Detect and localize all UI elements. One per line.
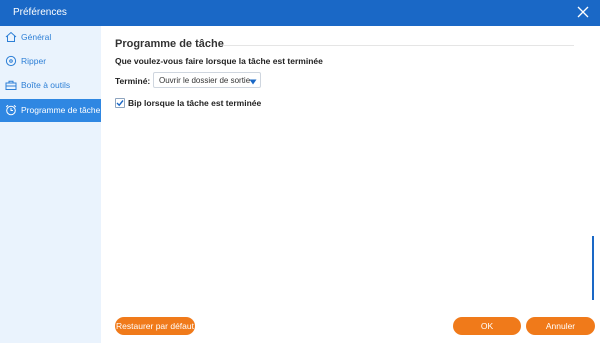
ok-button[interactable]: OK <box>453 317 521 335</box>
window-title: Préférences <box>13 7 67 18</box>
done-label: Terminé: <box>115 76 151 86</box>
home-icon <box>5 31 17 43</box>
title-bar: Préférences <box>0 0 600 26</box>
sidebar-item-general[interactable]: Général <box>0 26 101 49</box>
section-divider <box>224 45 574 46</box>
toolbox-icon <box>5 79 17 91</box>
sidebar-item-ripper[interactable]: Ripper <box>0 50 101 73</box>
beep-checkbox[interactable] <box>115 98 125 108</box>
done-action-value: Ouvrir le dossier de sortie <box>159 76 251 85</box>
dropdown-arrow-icon <box>249 77 257 85</box>
sidebar: Général Ripper Boîte à outils Programme … <box>0 26 101 343</box>
sidebar-item-label: Général <box>21 32 52 42</box>
sidebar-item-label: Programme de tâche <box>21 105 101 115</box>
beep-checkbox-label[interactable]: Bip lorsque la tâche est terminée <box>128 98 261 108</box>
sidebar-item-label: Ripper <box>21 56 47 66</box>
disc-icon <box>5 55 17 67</box>
alarm-clock-icon <box>5 104 17 116</box>
done-action-select[interactable]: Ouvrir le dossier de sortie <box>153 72 261 88</box>
cancel-button[interactable]: Annuler <box>526 317 595 335</box>
completion-question: Que voulez-vous faire lorsque la tâche e… <box>115 56 323 66</box>
sidebar-item-task-schedule[interactable]: Programme de tâche <box>0 99 101 122</box>
restore-defaults-button[interactable]: Restaurer par défaut <box>115 317 195 335</box>
sidebar-item-label: Boîte à outils <box>21 80 71 90</box>
sidebar-item-toolbox[interactable]: Boîte à outils <box>0 74 101 97</box>
close-icon[interactable] <box>576 5 590 19</box>
section-title: Programme de tâche <box>115 38 224 50</box>
scrollbar[interactable] <box>592 236 594 300</box>
main-panel: Programme de tâche Que voulez-vous faire… <box>101 26 600 343</box>
